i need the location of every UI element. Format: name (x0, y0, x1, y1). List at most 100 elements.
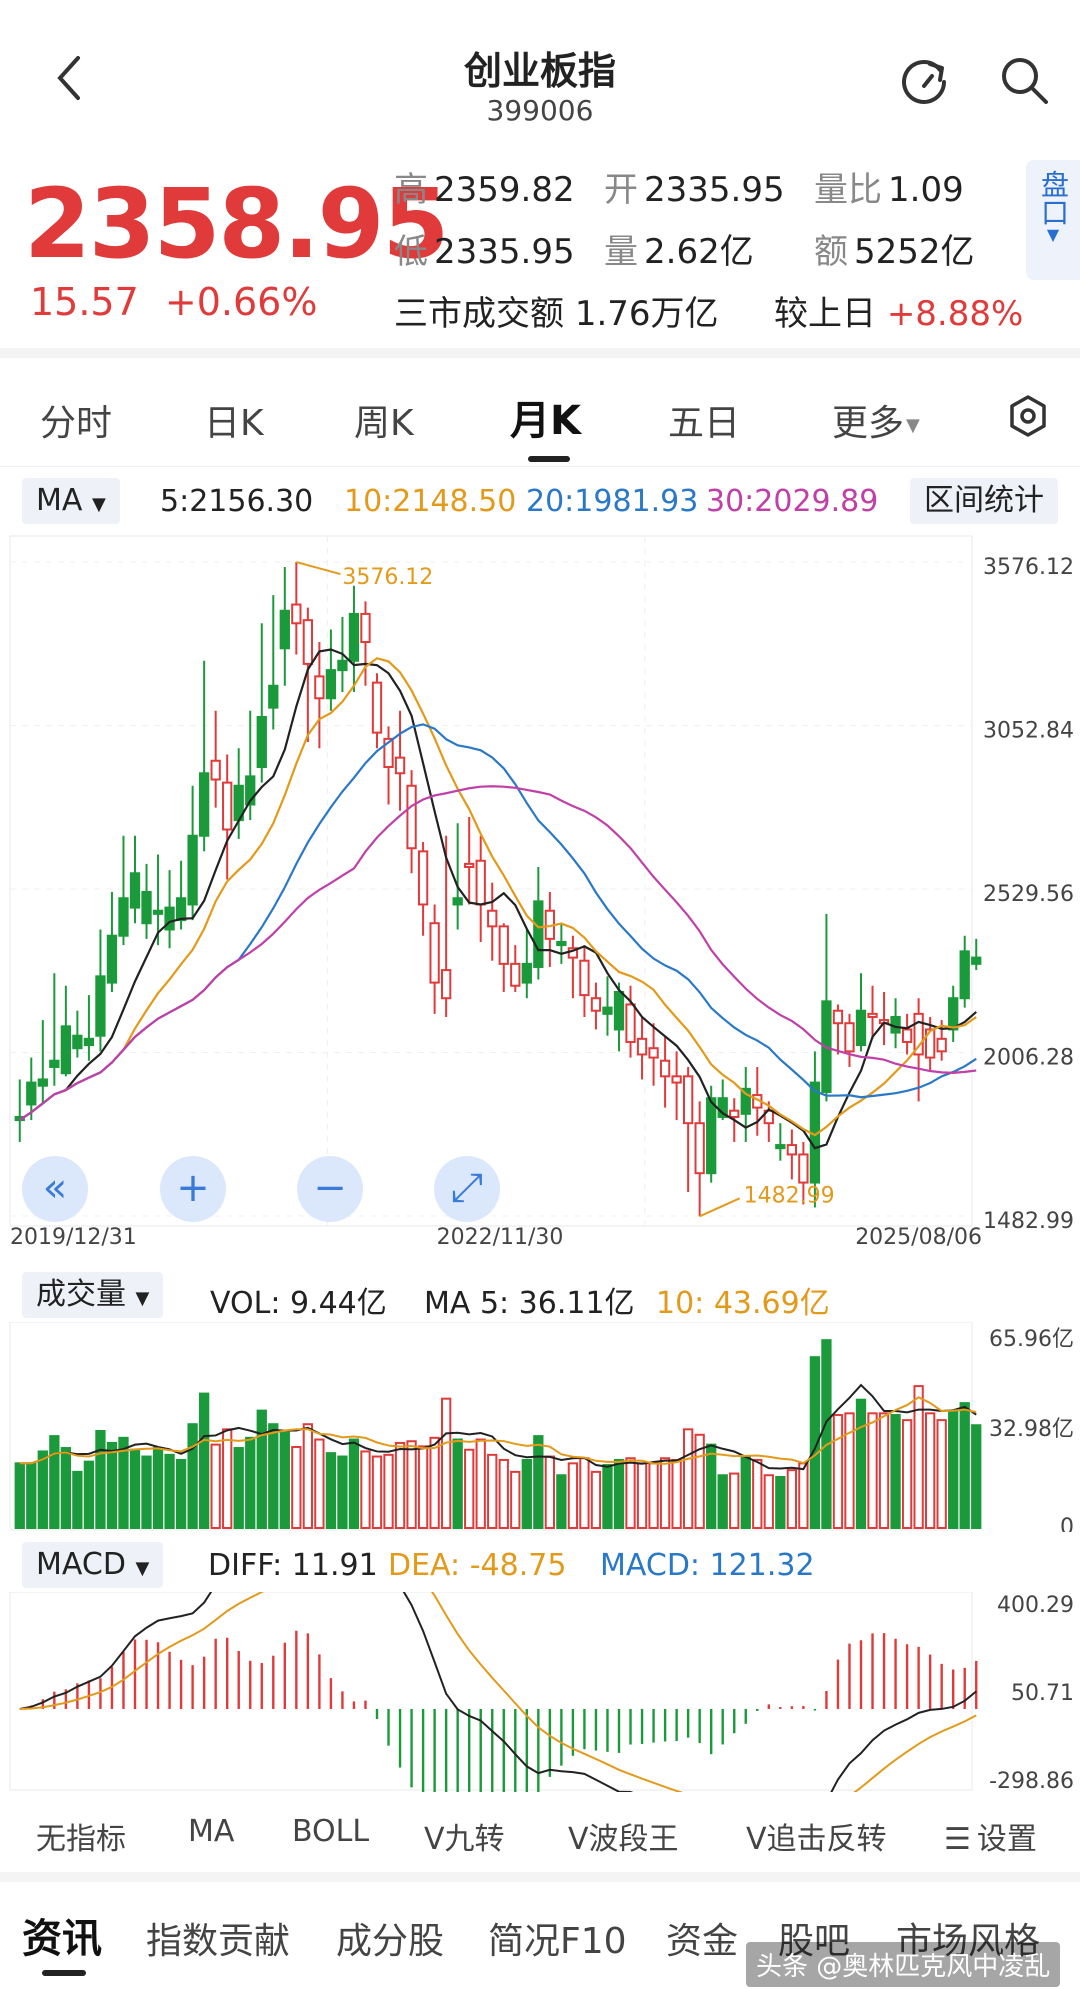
candle-body (948, 997, 959, 1031)
indicator-ma[interactable]: MA (188, 1814, 234, 1849)
settings-button[interactable] (1006, 394, 1050, 438)
tab-five-day[interactable]: 五日 (668, 394, 740, 446)
candle (682, 1066, 694, 1192)
volume-bar (95, 1430, 106, 1529)
volume-bar (913, 1385, 924, 1529)
candlestick-chart[interactable]: 3576.12 3052.84 2529.56 2006.28 1482.99 3576.… (0, 534, 1080, 1250)
candle-body (406, 784, 417, 850)
low-annotation: 1482.99 (744, 1183, 835, 1208)
active-tab-indicator (528, 456, 570, 462)
candle (867, 985, 878, 1039)
volume-bar (602, 1464, 613, 1530)
search-button[interactable] (996, 52, 1052, 108)
candle (279, 567, 290, 686)
tab-news[interactable]: 资讯 (22, 1906, 102, 1964)
volume-bar (141, 1455, 152, 1530)
refresh-icon (902, 60, 946, 104)
candle-body (832, 1009, 844, 1025)
candle-body (291, 603, 302, 625)
volume-bar (648, 1462, 659, 1529)
volume-bar (129, 1448, 141, 1529)
candle-body (440, 969, 452, 1000)
volume-bar (233, 1447, 244, 1529)
indicator-settings[interactable]: ☰ 设置 (944, 1814, 1037, 1858)
interval-stats-button[interactable]: 区间统计 (910, 478, 1058, 524)
y-tick-label: 400.29 (997, 1593, 1074, 1618)
volume-bar (348, 1438, 360, 1529)
change-value: 15.57 (30, 280, 139, 324)
volume-bar (936, 1419, 947, 1529)
quote-amount: 额 5252亿 (814, 232, 975, 272)
candle-body (867, 1012, 878, 1018)
zoom-out-button[interactable]: − (297, 1156, 363, 1222)
chart-frame (9, 1592, 973, 1791)
volume-bar (268, 1423, 279, 1529)
indicator-chase-reversal[interactable]: V追击反转 (746, 1814, 887, 1858)
caret-down-icon: ▼ (135, 1558, 150, 1579)
volume-bar (37, 1450, 48, 1529)
candle (844, 1013, 855, 1067)
tab-constituents[interactable]: 成分股 (336, 1912, 444, 1964)
volume-bar (763, 1474, 774, 1529)
candle (475, 835, 486, 942)
tab-capital[interactable]: 资金 (666, 1912, 738, 1964)
candle (129, 835, 141, 924)
candle (901, 1013, 913, 1055)
candle (141, 863, 152, 939)
tab-daily-k[interactable]: 日K (204, 394, 264, 446)
ma-selector[interactable]: MA ▼ (22, 478, 120, 524)
volume-bar (475, 1438, 486, 1529)
candle-body (314, 675, 325, 700)
candle (198, 660, 210, 852)
tab-index-contribution[interactable]: 指数贡献 (146, 1912, 290, 1964)
indicator-wave-king[interactable]: V波段王 (568, 1814, 679, 1858)
indicator-none[interactable]: 无指标 (36, 1814, 126, 1858)
y-tick-label: 65.96亿 (989, 1327, 1074, 1352)
candle (302, 607, 314, 743)
tab-weekly-k[interactable]: 周K (354, 394, 414, 446)
candle-body (187, 834, 198, 906)
volume-bar (210, 1443, 221, 1529)
candle-body (72, 1034, 83, 1050)
pankou-button[interactable]: 盘口 ▼ (1026, 160, 1080, 280)
zoom-in-button[interactable]: + (160, 1156, 226, 1222)
volume-bar (360, 1450, 371, 1529)
indicator-boll[interactable]: BOLL (292, 1814, 369, 1849)
volume-bar (256, 1409, 267, 1529)
candle-body (118, 897, 129, 937)
fullscreen-button[interactable]: ⤢ (434, 1156, 500, 1222)
tab-f10-overview[interactable]: 简况F10 (488, 1912, 627, 1964)
volume-bar (371, 1455, 383, 1530)
candle (291, 562, 302, 655)
volume-bar (544, 1455, 556, 1530)
volume-chart[interactable]: 65.96亿 32.98亿 0 (0, 1322, 1080, 1532)
candle-body (901, 1028, 913, 1043)
candle (590, 982, 602, 1030)
indicator-nine-turn[interactable]: V九转 (424, 1814, 505, 1858)
ma20-line (19, 723, 977, 1121)
candle (544, 891, 556, 967)
macd-diff: DIFF: 11.91 (208, 1548, 378, 1583)
refresh-button[interactable] (896, 52, 952, 108)
chart-frame (9, 535, 973, 1227)
tab-more[interactable]: 更多 ▼ (832, 394, 920, 446)
candle-body (556, 940, 567, 947)
tab-monthly-k[interactable]: 月K (510, 388, 581, 446)
candle (521, 929, 532, 999)
candle (222, 754, 233, 880)
scroll-left-button[interactable]: « (22, 1156, 88, 1222)
active-bottom-tab-indicator (42, 1970, 86, 1976)
volume-bar (948, 1410, 959, 1529)
zoom-out-icon: − (313, 1165, 347, 1211)
macd-selector[interactable]: MACD ▼ (22, 1542, 164, 1588)
volume-selector[interactable]: 成交量 ▼ (22, 1272, 164, 1318)
macd-chart[interactable]: 400.29 50.71 -298.86 (0, 1592, 1080, 1792)
last-price: 2358.95 (24, 168, 449, 280)
y-tick-label: 2006.28 (983, 1045, 1074, 1070)
candle (371, 673, 383, 749)
volume-bar (152, 1447, 164, 1529)
candle (49, 973, 60, 1086)
tab-intraday[interactable]: 分时 (40, 394, 112, 446)
candle-body (49, 1059, 60, 1068)
candle-body (590, 997, 602, 1012)
